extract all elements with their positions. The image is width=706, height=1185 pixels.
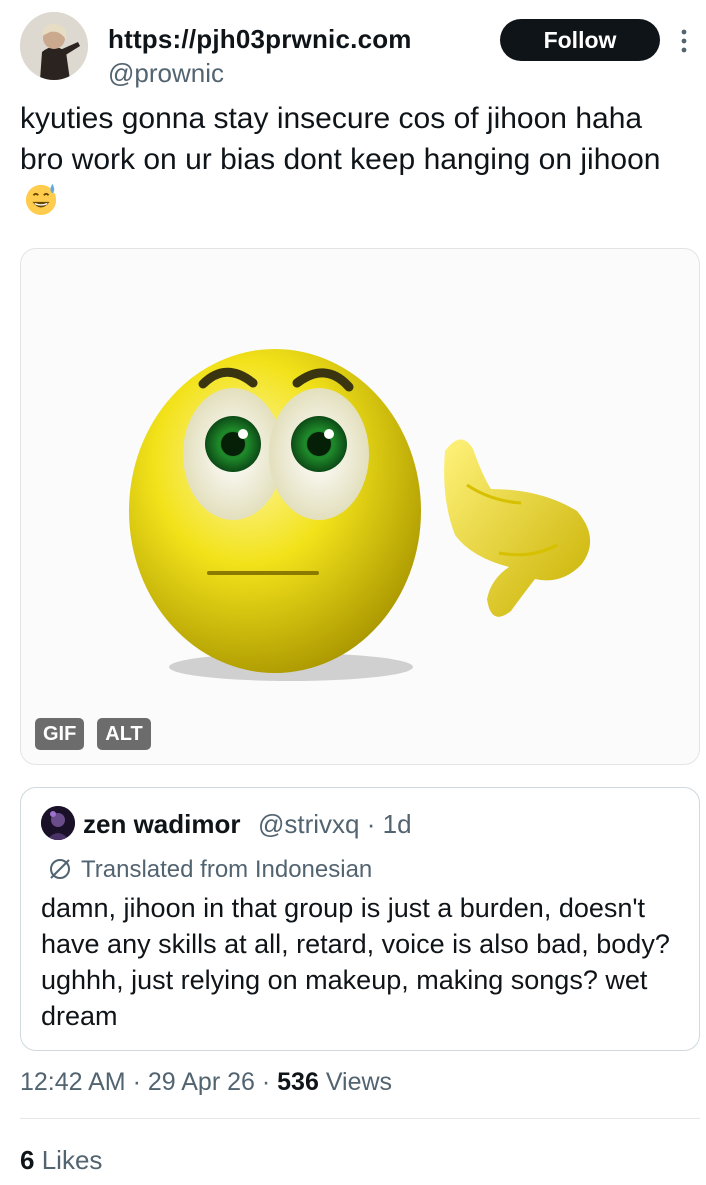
meta-separator: · <box>366 809 376 839</box>
author-handle[interactable]: @prownic <box>108 58 224 89</box>
quoted-age[interactable]: 1d <box>383 809 412 839</box>
alt-badge[interactable]: ALT <box>97 718 151 750</box>
quoted-text: damn, jihoon in that group is just a bur… <box>41 893 670 1031</box>
author-display-name[interactable]: https://pjh03prwnic.com <box>108 24 412 55</box>
follow-button[interactable]: Follow <box>500 19 660 61</box>
gif-media[interactable]: GIF ALT <box>20 248 700 765</box>
quoted-display-name[interactable]: zen wadimor <box>83 809 240 840</box>
grinning-face-with-sweat-icon <box>25 183 57 216</box>
views-count: 536 <box>277 1068 319 1096</box>
likes-label: Likes <box>41 1145 103 1175</box>
dot-separator: · <box>132 1068 141 1096</box>
views-label: Views <box>325 1068 393 1096</box>
translate-icon <box>50 859 70 879</box>
gif-badge[interactable]: GIF <box>35 718 84 750</box>
thinking-smiley-gif <box>129 349 591 681</box>
more-vertical-icon[interactable] <box>672 26 696 56</box>
tweet-time[interactable]: 12:42 AM <box>20 1068 126 1096</box>
quoted-meta: @strivxq · 1d <box>258 809 412 840</box>
tweet-timestamp: 12:42 AM · 29 Apr 26 · 536 Views <box>20 1068 392 1097</box>
translated-label: Translated from Indonesian <box>81 856 373 883</box>
likes-count: 6 <box>20 1145 35 1175</box>
tweet-body: kyuties gonna stay insecure cos of jihoo… <box>20 102 661 176</box>
author-avatar[interactable] <box>20 12 88 80</box>
quoted-tweet[interactable]: zen wadimor @strivxq · 1d Translated fro… <box>20 787 700 1051</box>
quoted-handle[interactable]: @strivxq <box>258 809 360 839</box>
dot-separator: · <box>261 1068 271 1096</box>
tweet-date[interactable]: 29 Apr 26 <box>148 1068 255 1096</box>
divider <box>20 1118 700 1119</box>
tweet-text: kyuties gonna stay insecure cos of jihoo… <box>20 98 688 221</box>
quoted-author-avatar[interactable] <box>41 806 75 840</box>
tweet-header: https://pjh03prwnic.com @prownic Follow <box>20 12 688 88</box>
likes-link[interactable]: 6 Likes <box>20 1145 102 1176</box>
